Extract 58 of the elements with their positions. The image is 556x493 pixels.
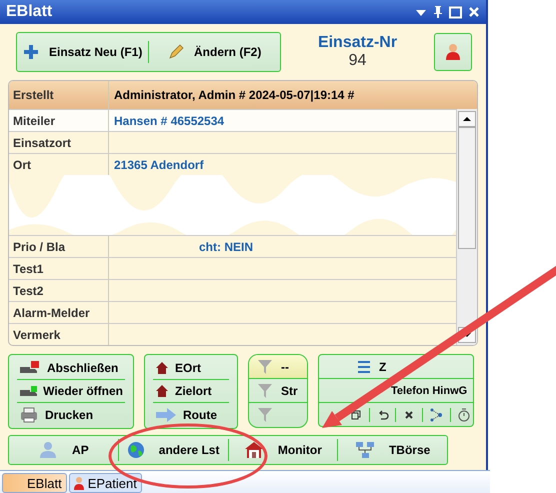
row-label: Vermerk [9, 324, 109, 345]
filter-button[interactable]: -- [249, 355, 307, 379]
row-label: Miteiler [9, 110, 109, 131]
number-value: 94 [348, 52, 366, 70]
printer-icon [19, 406, 39, 422]
row-label: Alarm-Melder [9, 302, 109, 323]
house-icon [155, 384, 169, 398]
edit-button[interactable]: Ändern (F2) [149, 33, 280, 71]
scrollbar[interactable] [456, 109, 477, 345]
window-title: EBlatt [6, 3, 52, 21]
zoom-button[interactable]: Z [319, 355, 473, 379]
nodes-icon[interactable] [429, 408, 444, 422]
house-icon [155, 361, 169, 375]
user-button[interactable] [434, 33, 472, 71]
globe-icon [126, 441, 145, 459]
row-value: Hansen # 46552534 [113, 112, 226, 130]
funnel-icon [257, 358, 273, 374]
action-button[interactable]: Zielort [153, 380, 229, 403]
row-label: Prio / Bla [9, 236, 109, 257]
person-icon [74, 476, 84, 490]
bottom-button[interactable]: Monitor [228, 436, 338, 464]
action-button[interactable]: Wieder öffnen [17, 380, 125, 403]
tab[interactable]: EPatient [68, 473, 142, 493]
undo-icon[interactable] [376, 408, 389, 420]
pencil-icon [168, 44, 184, 60]
row-value: 21365 Adendorf [113, 156, 205, 174]
action-button[interactable]: Drucken [17, 403, 125, 426]
phone-button[interactable]: Telefon HinwG [319, 379, 473, 403]
filter-button[interactable]: Str [249, 379, 307, 403]
bottom-button[interactable]: AP [9, 436, 118, 464]
row-label: Einsatzort [9, 132, 109, 153]
row-value: cht: NEIN [198, 238, 254, 256]
person-icon [38, 441, 58, 459]
bottom-button[interactable]: TBörse [338, 436, 447, 464]
scroll-up-icon[interactable] [458, 111, 476, 127]
list-icon [357, 360, 371, 374]
arrow-icon [155, 406, 177, 422]
window-icon[interactable] [350, 408, 362, 420]
tab[interactable]: EBlatt [2, 473, 67, 493]
pin-icon[interactable] [433, 5, 443, 19]
maximize-icon[interactable] [449, 6, 462, 18]
action-button[interactable]: EOrt [153, 357, 229, 380]
row-label: Test2 [9, 280, 109, 301]
network-icon [354, 441, 375, 459]
action-button[interactable]: Abschließen [17, 357, 125, 380]
funnel-icon [257, 382, 273, 398]
house-icon [244, 441, 264, 459]
funnel-icon [257, 407, 273, 423]
person-icon [445, 43, 461, 61]
plus-icon [23, 44, 39, 60]
header-cell-text: Administrator, Admin # 2024-05-07|19:14 # [113, 87, 356, 104]
delete-icon[interactable] [402, 408, 415, 420]
row-label: Test1 [9, 258, 109, 279]
close-icon[interactable] [468, 6, 480, 18]
number-label: Einsatz-Nr [318, 34, 398, 52]
action-button[interactable]: Route [153, 403, 229, 426]
timer-icon[interactable] [458, 408, 470, 422]
new-button[interactable]: Einsatz Neu (F1) [17, 33, 148, 71]
